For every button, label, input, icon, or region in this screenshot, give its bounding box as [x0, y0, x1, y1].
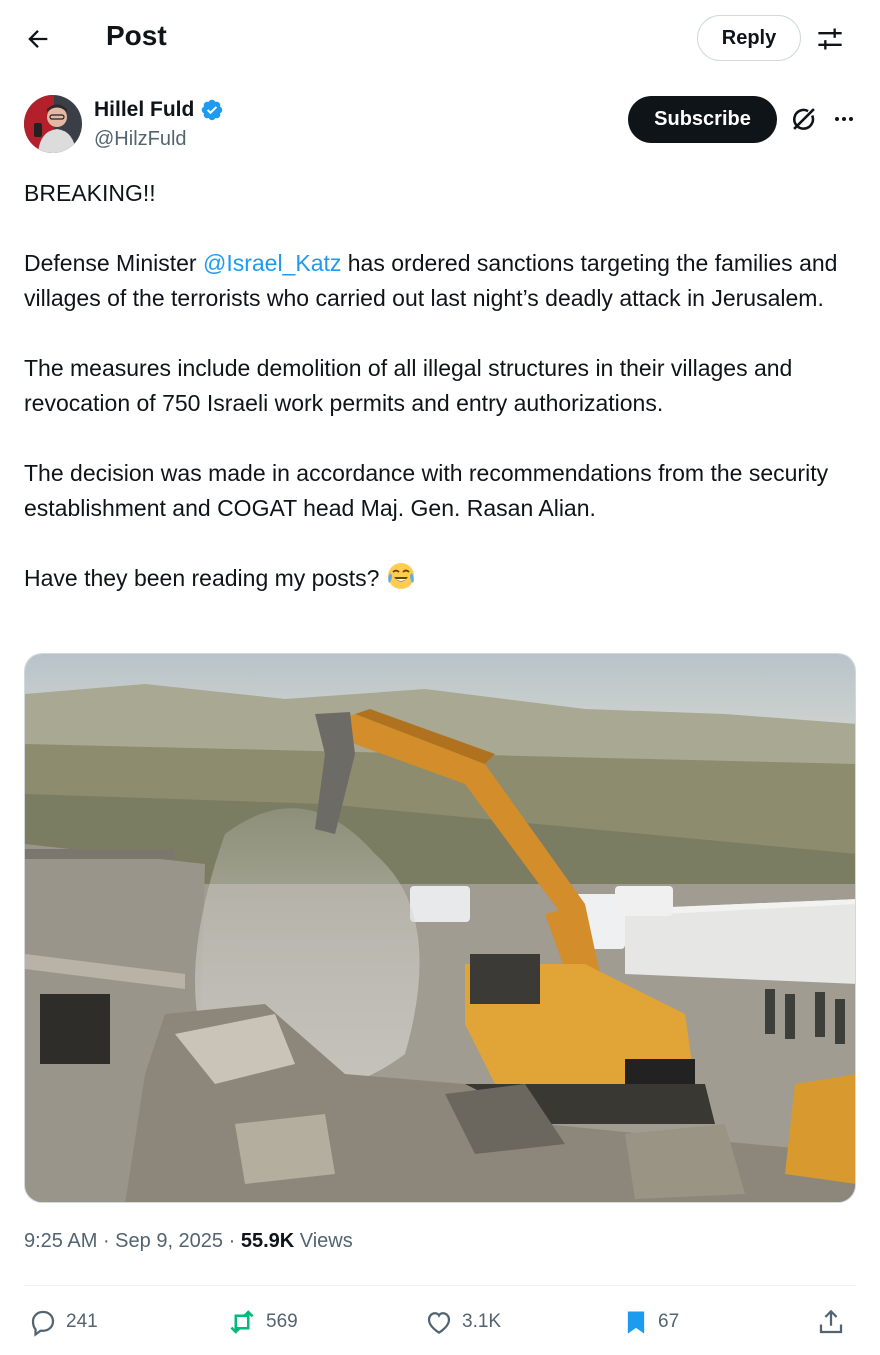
mention-link[interactable]: @Israel_Katz: [203, 250, 341, 276]
like-action[interactable]: 3.1K: [424, 1300, 501, 1344]
author-handle[interactable]: @HilzFuld: [94, 128, 187, 151]
avatar[interactable]: [24, 95, 82, 153]
repost-icon: [230, 1310, 254, 1334]
reply-action[interactable]: 241: [28, 1300, 98, 1344]
post-text: BREAKING!! Defense Minister @Israel_Katz…: [24, 176, 860, 601]
face-with-tears-of-joy-icon: [386, 561, 416, 601]
meta-separator: ·: [97, 1230, 116, 1252]
subscribe-button[interactable]: Subscribe: [628, 96, 777, 143]
post-paragraph: BREAKING!!: [24, 180, 156, 206]
reply-button[interactable]: Reply: [697, 15, 801, 61]
repost-action[interactable]: 569: [226, 1300, 298, 1344]
grok-button[interactable]: [786, 101, 822, 137]
like-icon: [427, 1312, 451, 1334]
post-date[interactable]: Sep 9, 2025: [115, 1230, 223, 1252]
text-segment: Have they been reading my posts?: [24, 565, 380, 591]
views-count: 55.9K: [240, 1230, 295, 1252]
back-button[interactable]: [14, 16, 62, 62]
post-meta: 9:25 AM · Sep 9, 2025 · 55.9K Views: [24, 1230, 353, 1253]
post-paragraph: The decision was made in accordance with…: [24, 460, 829, 521]
bookmark-action[interactable]: 67: [622, 1300, 679, 1344]
more-button[interactable]: [828, 101, 860, 137]
demolition-photo: [25, 654, 855, 1202]
filter-button[interactable]: [808, 18, 852, 60]
page-title: Post: [106, 20, 167, 51]
share-action[interactable]: [816, 1300, 846, 1344]
post-time[interactable]: 9:25 AM: [24, 1230, 97, 1252]
bookmark-count: 67: [658, 1311, 680, 1332]
post-paragraph: Defense Minister @Israel_Katz has ordere…: [24, 246, 860, 316]
share-icon: [819, 1309, 843, 1334]
more-icon: [835, 117, 853, 121]
reply-icon: [31, 1310, 55, 1337]
like-count: 3.1K: [462, 1311, 502, 1332]
grok-icon: [793, 108, 815, 130]
divider: [24, 1285, 856, 1286]
text-segment: Defense Minister: [24, 250, 203, 276]
views-label: Views: [294, 1230, 353, 1252]
post-image[interactable]: [24, 653, 856, 1203]
verified-badge-icon: [202, 99, 223, 121]
filter-icon: [818, 28, 842, 50]
author-name[interactable]: Hillel Fuld: [94, 98, 224, 122]
reply-count: 241: [66, 1311, 98, 1332]
back-arrow-icon: [28, 30, 48, 48]
author-name-text: Hillel Fuld: [94, 98, 195, 121]
repost-count: 569: [266, 1311, 298, 1332]
meta-separator: ·: [223, 1230, 241, 1252]
avatar-image: [24, 95, 82, 153]
post-paragraph: The measures include demolition of all i…: [24, 355, 793, 416]
post-paragraph: Have they been reading my posts?: [24, 561, 860, 601]
bookmark-icon: [627, 1311, 645, 1334]
